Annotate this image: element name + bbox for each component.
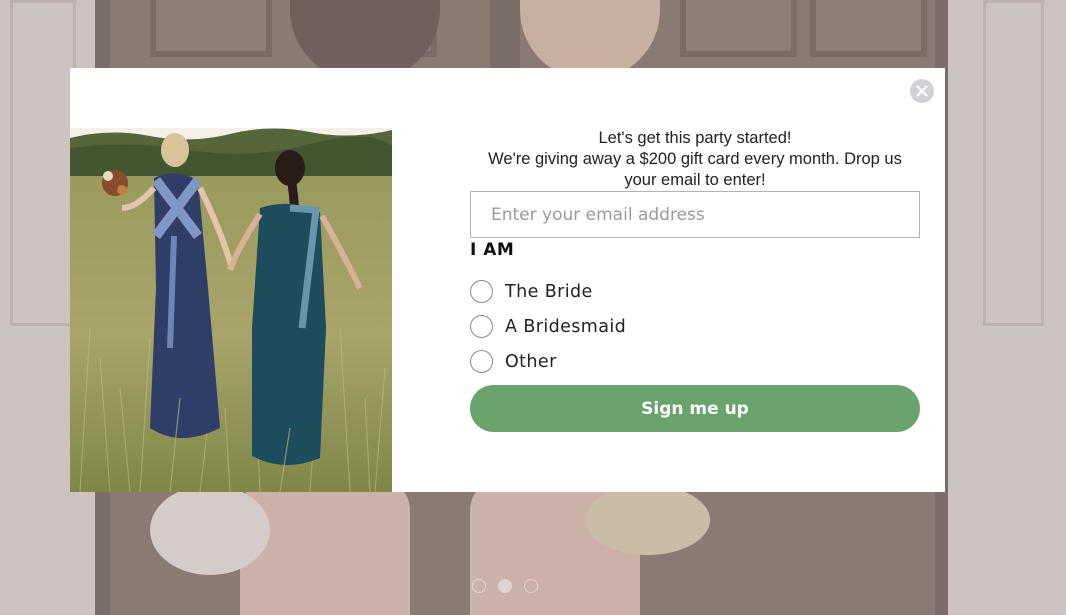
close-button[interactable] bbox=[910, 79, 934, 103]
radio-option-bride[interactable]: The Bride bbox=[470, 280, 593, 303]
headline-title: Let's get this party started! bbox=[598, 129, 792, 147]
radio-label: The Bride bbox=[505, 281, 593, 302]
email-input[interactable] bbox=[470, 191, 920, 238]
radio-label: Other bbox=[505, 351, 557, 372]
radio-option-bridesmaid[interactable]: A Bridesmaid bbox=[470, 315, 626, 338]
headline-subtitle: We're giving away a $200 gift card every… bbox=[488, 150, 902, 189]
radio-label: A Bridesmaid bbox=[505, 316, 627, 337]
signup-popup: Let's get this party started! We're givi… bbox=[70, 68, 945, 492]
popup-headline: Let's get this party started! We're givi… bbox=[470, 128, 920, 191]
radio-button[interactable] bbox=[470, 280, 493, 303]
radio-button[interactable] bbox=[470, 315, 493, 338]
role-question-label: I AM bbox=[470, 240, 515, 260]
carousel-dots bbox=[472, 579, 538, 593]
radio-button[interactable] bbox=[470, 350, 493, 373]
carousel-dot-3[interactable] bbox=[524, 579, 538, 593]
bridesmaids-photo bbox=[70, 128, 392, 492]
carousel-dot-1[interactable] bbox=[472, 579, 486, 593]
radio-option-other[interactable]: Other bbox=[470, 350, 557, 373]
close-icon bbox=[916, 85, 928, 97]
sign-up-button[interactable]: Sign me up bbox=[470, 385, 920, 432]
carousel-dot-2[interactable] bbox=[498, 579, 512, 593]
